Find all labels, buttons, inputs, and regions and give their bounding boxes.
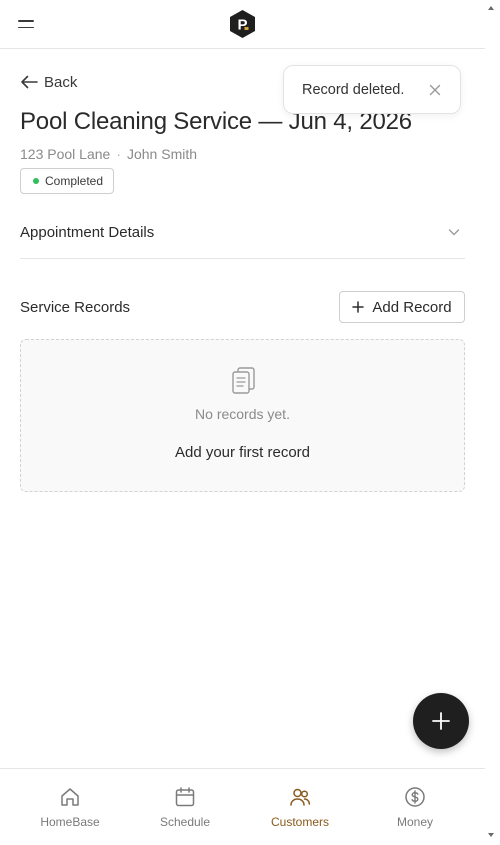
customer-name: John Smith <box>126 146 198 162</box>
nav-item-money[interactable]: Money <box>365 769 465 845</box>
nav-label-schedule: Schedule <box>159 815 211 829</box>
top-bar: P <box>0 0 485 49</box>
appointment-details-label: Appointment Details <box>20 223 155 241</box>
empty-records-text: No records yet. <box>195 406 290 422</box>
empty-records-panel: No records yet. Add your first record <box>20 339 465 492</box>
bottom-navigation: HomeBase Schedule Customers Money <box>0 768 485 845</box>
service-records-title: Service Records <box>20 299 131 316</box>
add-record-button[interactable]: Add Record <box>339 291 465 323</box>
home-icon <box>61 788 79 806</box>
address-text: 123 Pool Lane <box>20 146 111 162</box>
plus-icon <box>352 301 365 313</box>
nav-label-customers: Customers <box>270 815 329 829</box>
status-badge: Completed <box>20 168 115 194</box>
arrow-left-icon <box>21 75 38 89</box>
logo-letter: P <box>237 17 247 34</box>
back-link[interactable]: Back <box>20 72 77 92</box>
status-dot <box>33 178 39 184</box>
nav-item-homebase[interactable]: HomeBase <box>20 769 120 845</box>
appointment-details-toggle[interactable]: Appointment Details <box>20 206 465 259</box>
scrollbar[interactable] <box>485 0 500 845</box>
users-icon <box>290 788 311 806</box>
toast-message: Record deleted. <box>302 81 405 98</box>
scroll-up-arrow-icon[interactable] <box>488 6 494 10</box>
add-record-label: Add Record <box>372 298 452 316</box>
back-label: Back <box>44 73 78 91</box>
dollar-icon <box>405 787 425 807</box>
scroll-down-arrow-icon[interactable] <box>488 833 494 837</box>
nav-label-money: Money <box>396 815 434 829</box>
add-first-record-link[interactable]: Add your first record <box>21 444 464 461</box>
calendar-icon <box>175 787 195 807</box>
app-screen: P Back Pool Cleaning Service — Jun 4, 20… <box>0 0 485 845</box>
chevron-down-icon <box>448 229 460 236</box>
nav-item-schedule[interactable]: Schedule <box>135 769 235 845</box>
meta-separator: · <box>116 146 121 162</box>
appointment-meta: 123 Pool Lane · John Smith <box>20 146 197 162</box>
clipboard-icon <box>232 367 255 394</box>
plus-icon <box>432 712 450 730</box>
nav-item-customers[interactable]: Customers <box>250 769 350 845</box>
close-icon[interactable] <box>428 83 442 97</box>
toast-notification: Record deleted. <box>283 65 461 114</box>
menu-icon[interactable] <box>14 12 38 36</box>
floating-add-button[interactable] <box>413 693 469 749</box>
app-logo: P <box>230 10 255 38</box>
nav-label-homebase: HomeBase <box>40 815 100 829</box>
status-label: Completed <box>45 174 104 188</box>
